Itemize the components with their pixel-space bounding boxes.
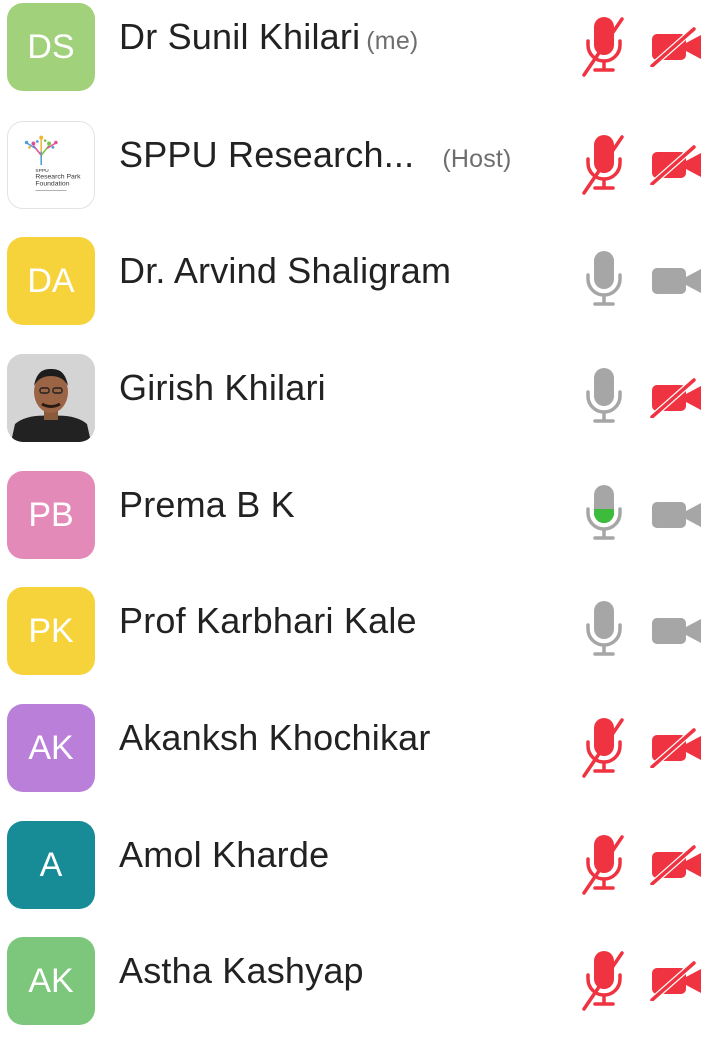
avatar-initials: DA (27, 261, 75, 300)
mic-muted-icon[interactable] (581, 15, 627, 77)
avatar-logo: SPPU Research Park Foundation (7, 121, 95, 209)
participant-row[interactable]: PB Prema B K (0, 456, 701, 572)
participant-name: Akanksh Khochikar (119, 717, 431, 758)
avatar-initials: AK (28, 728, 74, 767)
video-off-icon[interactable] (650, 145, 701, 185)
participants-list: DS Dr Sunil Khilari (me) SPPU Research Park F… (0, 0, 701, 1025)
participant-name: Girish Khilari (119, 367, 326, 408)
participant-row[interactable]: Girish Khilari (0, 339, 701, 455)
avatar-initials: AK (28, 961, 74, 1000)
video-icon[interactable] (650, 261, 701, 301)
participant-role-tag: (Host) (442, 145, 512, 173)
video-off-icon[interactable] (650, 845, 701, 885)
avatar: PK (7, 587, 95, 675)
participant-row[interactable]: DS Dr Sunil Khilari (me) (0, 0, 701, 104)
participant-name: Prof Karbhari Kale (119, 600, 417, 641)
participant-row[interactable]: SPPU Research Park Foundation SPPU Research… (0, 106, 701, 222)
participant-name: Dr. Arvind Shaligram (119, 250, 452, 291)
video-icon[interactable] (650, 495, 701, 535)
video-off-icon[interactable] (650, 961, 701, 1001)
mic-muted-icon[interactable] (581, 716, 627, 778)
mic-muted-icon[interactable] (581, 949, 627, 1011)
mic-muted-icon[interactable] (581, 133, 627, 195)
svg-text:Foundation: Foundation (35, 181, 69, 188)
avatar: PB (7, 471, 95, 559)
participant-name-container: Prof Karbhari Kale (119, 600, 417, 642)
video-off-icon[interactable] (650, 378, 701, 418)
avatar-initials: PB (28, 495, 74, 534)
mic-muted-icon[interactable] (581, 833, 627, 895)
participant-name-container: Amol Kharde (119, 834, 329, 876)
participant-name-container: Dr. Arvind Shaligram (119, 250, 451, 292)
mic-icon[interactable] (581, 366, 627, 428)
avatar: AK (7, 704, 95, 792)
avatar-initials: A (39, 845, 63, 884)
participant-name: Amol Kharde (119, 834, 330, 875)
participant-name-container: Girish Khilari (119, 367, 326, 409)
mic-icon[interactable] (581, 249, 627, 311)
participant-name: SPPU Research... (119, 134, 415, 175)
avatar-initials: DS (27, 27, 75, 66)
avatar-photo (7, 354, 95, 442)
avatar: A (7, 821, 95, 909)
avatar-initials: PK (28, 611, 74, 650)
video-off-icon[interactable] (650, 27, 701, 67)
participant-name-container: SPPU Research... (Host) (119, 134, 512, 176)
avatar: AK (7, 937, 95, 1025)
participant-row[interactable]: A Amol Kharde (0, 806, 701, 922)
avatar: DS (7, 3, 95, 91)
participant-name-container: Dr Sunil Khilari (me) (119, 16, 418, 58)
video-icon[interactable] (650, 611, 701, 651)
participant-name-container: Astha Kashyap (119, 950, 364, 992)
participant-role-tag: (me) (366, 27, 419, 55)
video-off-icon[interactable] (650, 728, 701, 768)
participant-row[interactable]: PK Prof Karbhari Kale (0, 572, 701, 688)
participant-name: Dr Sunil Khilari (119, 16, 361, 57)
participant-row[interactable]: DA Dr. Arvind Shaligram (0, 222, 701, 338)
mic-speaking-icon[interactable] (581, 483, 627, 545)
avatar: DA (7, 237, 95, 325)
participant-name-container: Akanksh Khochikar (119, 717, 431, 759)
mic-icon[interactable] (581, 599, 627, 661)
participant-name: Prema B K (119, 484, 295, 525)
participant-name: Astha Kashyap (119, 950, 364, 991)
participant-row[interactable]: AK Akanksh Khochikar (0, 689, 701, 805)
participant-name-container: Prema B K (119, 484, 295, 526)
